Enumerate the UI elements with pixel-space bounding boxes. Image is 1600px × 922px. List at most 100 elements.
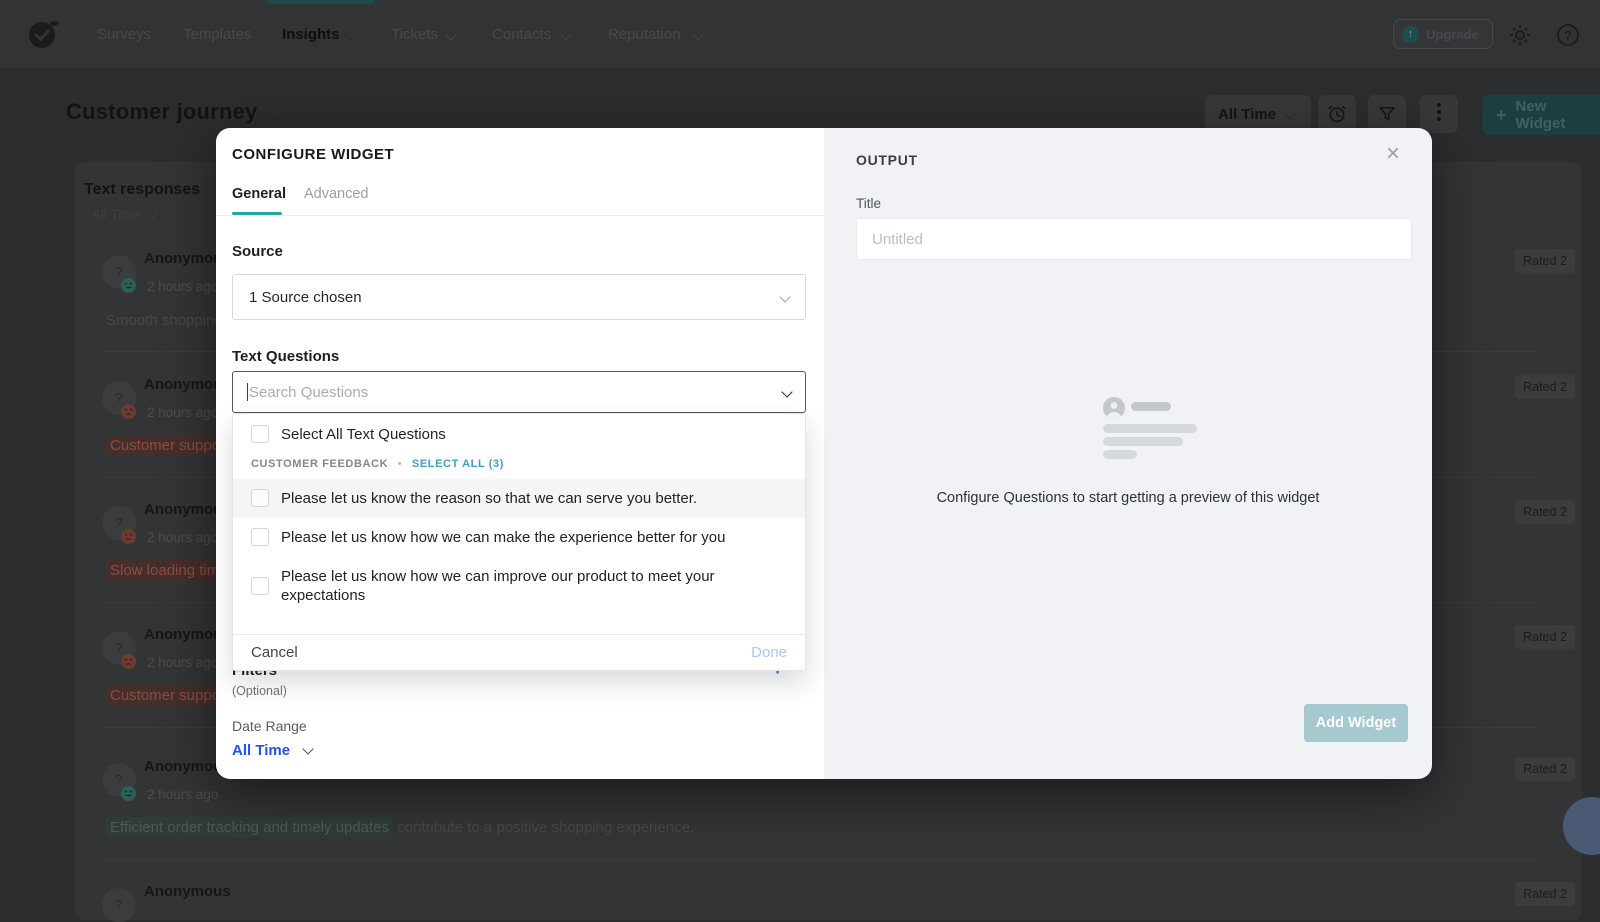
- skeleton-bar: [1103, 450, 1137, 459]
- questions-dropdown: Select All Text Questions CUSTOMER FEEDB…: [232, 413, 806, 671]
- response-time: 2 hours ago: [147, 279, 218, 294]
- date-range-select[interactable]: All Time: [232, 742, 312, 760]
- upgrade-arrow-icon: ↑: [1402, 26, 1419, 43]
- respondent-name: Anonymous: [144, 883, 231, 900]
- modal-title: CONFIGURE WIDGET: [232, 146, 394, 163]
- output-heading: OUTPUT: [856, 152, 918, 168]
- group-name: CUSTOMER FEEDBACK: [251, 458, 388, 470]
- cancel-button[interactable]: Cancel: [251, 644, 298, 661]
- question-option[interactable]: Please let us know how we can make the e…: [233, 518, 805, 557]
- rating-badge: Rated 2: [1515, 625, 1575, 649]
- response-text: Smooth shopping: [106, 312, 223, 329]
- response-text: Slow loading time: [106, 562, 232, 579]
- response-time: 2 hours ago: [147, 655, 218, 670]
- skeleton-bar: [1103, 424, 1197, 433]
- rating-badge: Rated 2: [1515, 500, 1575, 524]
- help-icon[interactable]: ?: [1556, 23, 1580, 47]
- rating-badge: Rated 2: [1515, 882, 1575, 906]
- sentiment-negative-icon: [121, 654, 136, 669]
- question-option-label: Please let us know how we can improve ou…: [281, 567, 751, 605]
- nav-item-templates[interactable]: Templates: [183, 26, 251, 43]
- configure-widget-modal: CONFIGURE WIDGET General Advanced Source…: [216, 128, 1432, 779]
- kebab-menu-icon: [1437, 103, 1441, 107]
- surveysparrow-logo-icon[interactable]: [26, 17, 60, 51]
- rating-badge: Rated 2: [1515, 249, 1575, 273]
- checkbox[interactable]: [251, 528, 269, 546]
- nav-item-contacts[interactable]: Contacts: [492, 26, 551, 43]
- response-time: 2 hours ago: [147, 530, 218, 545]
- nav-item-insights[interactable]: Insights: [282, 26, 340, 43]
- filters-optional-note: (Optional): [232, 684, 287, 698]
- checkbox[interactable]: [251, 425, 269, 443]
- question-option-label: Please let us know the reason so that we…: [281, 489, 697, 508]
- new-widget-button[interactable]: + New Widget: [1482, 95, 1600, 135]
- done-button[interactable]: Done: [751, 644, 787, 661]
- text-cursor: [247, 383, 248, 401]
- widget-title-input[interactable]: [856, 218, 1412, 260]
- skeleton-avatar-icon: [1103, 397, 1125, 419]
- response-time: 2 hours ago: [147, 787, 218, 802]
- empty-state-caption: Configure Questions to start getting a p…: [824, 490, 1432, 506]
- plus-icon: +: [1496, 105, 1507, 126]
- checkbox[interactable]: [251, 489, 269, 507]
- sentiment-positive-icon: [121, 278, 136, 293]
- close-icon[interactable]: ×: [1386, 142, 1400, 166]
- nav-item-tickets[interactable]: Tickets: [391, 26, 438, 43]
- tab-advanced[interactable]: Advanced: [304, 186, 369, 202]
- page-title: Customer journey: [66, 99, 257, 125]
- funnel-icon: [1377, 104, 1397, 124]
- response-time: 2 hours ago: [147, 405, 218, 420]
- tab-general[interactable]: General: [232, 186, 286, 202]
- panel-date-filter[interactable]: All Time: [92, 207, 156, 222]
- text-questions-label: Text Questions: [232, 348, 339, 365]
- alarm-clock-icon: [1327, 104, 1347, 124]
- chevron-down-icon: [781, 386, 792, 397]
- chevron-down-icon: [445, 29, 456, 40]
- rating-badge: Rated 2: [1515, 375, 1575, 399]
- chevron-down-icon: [692, 29, 703, 40]
- date-range-value: All Time: [232, 742, 290, 759]
- tabs-divider: [216, 215, 824, 216]
- dot-separator: •: [398, 458, 402, 470]
- chevron-down-icon: [560, 29, 571, 40]
- sentiment-negative-icon: [121, 404, 136, 419]
- questions-search-combobox[interactable]: [232, 371, 806, 413]
- upgrade-label: Upgrade: [1426, 27, 1479, 42]
- add-widget-button[interactable]: Add Widget: [1304, 704, 1408, 742]
- nav-item-surveys[interactable]: Surveys: [97, 26, 151, 43]
- sentiment-negative-icon: [121, 529, 136, 544]
- row-divider: [102, 859, 1538, 860]
- output-panel: OUTPUT × Title Configure Questions to st…: [824, 128, 1432, 779]
- widget-title-label: Title: [856, 196, 881, 211]
- sentiment-positive-icon: [121, 786, 136, 801]
- skeleton-bar: [1131, 402, 1171, 411]
- group-select-all-link[interactable]: SELECT ALL (3): [412, 458, 504, 470]
- upgrade-button[interactable]: ↑ Upgrade: [1393, 19, 1493, 49]
- questions-search-input[interactable]: [249, 384, 783, 401]
- configure-panel: CONFIGURE WIDGET General Advanced Source…: [216, 128, 824, 779]
- question-group-header: CUSTOMER FEEDBACK • SELECT ALL (3): [233, 453, 805, 479]
- panel-date-filter-label: All Time: [92, 207, 140, 222]
- top-nav: Surveys Templates Insights Tickets Conta…: [0, 0, 1600, 68]
- select-all-label: Select All Text Questions: [281, 425, 446, 444]
- dropdown-footer: Cancel Done: [233, 634, 805, 670]
- svg-text:?: ?: [1564, 29, 1571, 43]
- checkbox[interactable]: [251, 577, 269, 595]
- question-option[interactable]: Please let us know how we can improve ou…: [233, 557, 805, 618]
- active-tab-indicator: [267, 0, 375, 4]
- avatar: ?: [102, 888, 136, 922]
- new-widget-label: New Widget: [1516, 98, 1600, 132]
- date-range-label: Date Range: [232, 718, 307, 734]
- source-select[interactable]: 1 Source chosen: [232, 274, 806, 320]
- settings-gear-icon[interactable]: [1508, 23, 1532, 47]
- nav-item-reputation[interactable]: Reputation: [608, 26, 681, 43]
- chevron-down-icon: [345, 29, 356, 40]
- response-text: Efficient order tracking and timely upda…: [106, 819, 694, 836]
- page-title-chevron-icon[interactable]: [270, 106, 284, 120]
- select-all-option[interactable]: Select All Text Questions: [233, 414, 805, 453]
- response-text: Customer support: [106, 437, 233, 454]
- dropdown-spacer: [233, 618, 805, 634]
- question-option-label: Please let us know how we can make the e…: [281, 528, 725, 547]
- question-option[interactable]: Please let us know the reason so that we…: [233, 479, 805, 518]
- chevron-down-icon: [779, 291, 790, 302]
